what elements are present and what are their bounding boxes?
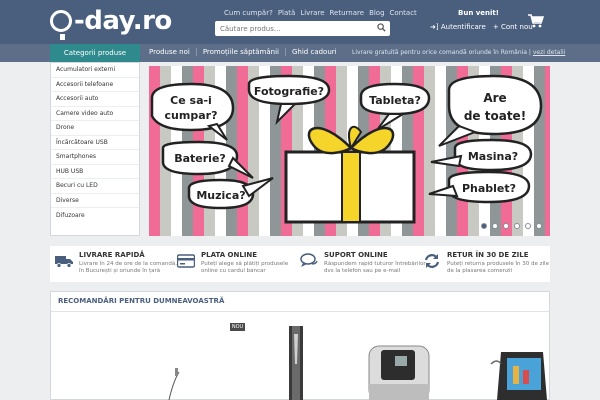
promo-banner[interactable]: Ce sa-i cumpar? Fotografie? Tableta? Are… — [149, 66, 550, 236]
shipping-note: Livrare gratuită pentru orice comandă or… — [352, 49, 565, 56]
sidebar-item-drones[interactable]: Drone — [51, 121, 139, 136]
credit-card-icon — [177, 254, 195, 268]
top-links: Cum cumpăr? Plată Livrare Returnare Blog… — [224, 9, 417, 17]
top-link-cum-cumpar[interactable]: Cum cumpăr? — [224, 9, 273, 17]
slider-dot-5[interactable] — [525, 223, 531, 229]
categories-button[interactable]: Categorii produse — [50, 44, 140, 66]
bubble-masina: Masina? — [468, 150, 518, 163]
features-strip: LIVRARE RAPIDĂ Livrare în 24 de ore de l… — [50, 246, 550, 282]
sidebar-item-smartphones[interactable]: Smartphones — [51, 150, 139, 165]
feature-text-line: Puteți alege să plătiți produsele — [201, 261, 289, 267]
login-icon: ➜] — [430, 23, 439, 31]
refresh-icon — [424, 254, 440, 268]
slider-dots — [481, 223, 542, 229]
login-link[interactable]: ➜] Autentificare — [430, 23, 486, 31]
plus-icon: + — [492, 23, 499, 31]
search-icon[interactable] — [377, 23, 386, 32]
feature-text-line: online cu cardul bancar — [201, 268, 266, 274]
bubble-baterie: Baterie? — [174, 152, 226, 165]
register-link[interactable]: + Cont nou — [493, 23, 533, 31]
nav-link-gift-guide[interactable]: Ghid cadouri — [286, 48, 343, 56]
feature-text-line: Răspundem rapid tuturor întrebărilor — [324, 261, 426, 267]
top-link-livrare[interactable]: Livrare — [300, 9, 324, 17]
top-link-plata[interactable]: Plată — [278, 9, 296, 17]
slider-dot-6[interactable] — [536, 223, 542, 229]
feature-text-line: Puteți returna produsele în 30 de zile — [447, 261, 549, 267]
gift-banner-illustration: Ce sa-i cumpar? Fotografie? Tableta? Are… — [149, 66, 550, 236]
feature-text: Răspundem rapid tuturor întrebărilor dvs … — [324, 261, 426, 275]
sidebar-item-car-accessories[interactable]: Accesorii auto — [51, 92, 139, 107]
feature-text-line: dvs la telefon sau pe e-mail — [324, 268, 401, 274]
recommendations-title: RECOMANDĂRI PENTRU DUMNEAVOASTRĂ — [58, 297, 225, 305]
sidebar-item-usb-hub[interactable]: HUB USB — [51, 165, 139, 179]
product-image-stylus[interactable] — [289, 326, 303, 400]
nav-links: Produse noi Promoțiile săptămânii Ghid c… — [149, 48, 343, 56]
feature-title: LIVRARE RAPIDĂ — [79, 251, 145, 259]
sidebar-item-misc[interactable]: Diverse — [51, 194, 139, 208]
slider-dot-1[interactable] — [481, 223, 487, 229]
chat-icon — [300, 253, 318, 267]
top-link-contact[interactable]: Contact — [390, 9, 417, 17]
top-link-blog[interactable]: Blog — [369, 9, 384, 17]
site-logo[interactable]: -day.ro — [50, 6, 172, 40]
feature-title: RETUR ÎN 30 DE ZILE — [447, 251, 529, 259]
shopping-cart-icon[interactable] — [528, 14, 544, 28]
account-links: ➜] Autentificare + Cont nou — [430, 23, 533, 31]
product-image-cable[interactable] — [168, 368, 180, 400]
bubble-are: Are — [483, 91, 506, 105]
feature-text: Livrare în 24 de ore de la comandă, în Bu… — [79, 261, 177, 275]
sidebar-item-led-bulbs[interactable]: Becuri cu LED — [51, 179, 139, 194]
feature-text: Puteți returna produsele în 30 de zile de… — [447, 261, 549, 275]
bubble-tableta: Tableta? — [369, 94, 421, 107]
product-images-strip — [168, 326, 547, 400]
feature-text-line: în București și oriunde în țară — [79, 268, 161, 274]
sidebar-item-usb-chargers[interactable]: Încărcătoare USB — [51, 136, 139, 150]
feature-title: PLATA ONLINE — [201, 251, 258, 259]
product-image-gadget[interactable] — [368, 345, 430, 400]
sidebar-item-phone-accessories[interactable]: Accesorii telefoane — [51, 78, 139, 92]
recommendations-section: RECOMANDĂRI PENTRU DUMNEAVOASTRĂ — [50, 291, 550, 400]
logo-text: -day.ro — [74, 6, 172, 36]
product-image-car-holder[interactable] — [490, 352, 547, 400]
nav-link-new-products[interactable]: Produse noi — [149, 48, 197, 56]
slider-dot-2[interactable] — [492, 223, 498, 229]
bubble-cumpar: cumpar? — [165, 109, 218, 122]
search-input[interactable] — [215, 24, 370, 33]
bubble-phablet: Phablet? — [462, 182, 516, 195]
sidebar-item-speakers[interactable]: Difuzoare — [51, 208, 139, 223]
bubble-ce-sa-i: Ce sa-i — [170, 94, 212, 107]
category-sidebar: Acumulatori externi Accesorii telefoane … — [50, 62, 140, 236]
nav-link-weekly-promos[interactable]: Promoțiile săptămânii — [197, 48, 286, 56]
feature-text: Puteți alege să plătiți produsele online … — [201, 261, 288, 275]
feature-text-line: de la plasarea comenzii — [447, 268, 513, 274]
shipping-details-link[interactable]: vezi detalii — [533, 49, 566, 56]
search-box — [215, 21, 390, 36]
feature-text-line: Livrare în 24 de ore de la comandă, — [79, 261, 178, 267]
slider-dot-4[interactable] — [514, 223, 520, 229]
lightbulb-logo-icon — [50, 10, 72, 40]
sidebar-item-dash-cameras[interactable]: Camere video auto — [51, 107, 139, 121]
slider-dot-3[interactable] — [503, 223, 509, 229]
truck-icon — [55, 256, 73, 268]
sidebar-item-power-banks[interactable]: Acumulatori externi — [51, 63, 139, 78]
new-badge: NOU — [230, 323, 245, 331]
login-label: Autentificare — [440, 23, 486, 31]
bubble-fotografie: Fotografie? — [254, 85, 324, 98]
welcome-text: Bun venit! — [458, 9, 499, 17]
bubble-muzica: Muzica? — [196, 189, 245, 202]
feature-title: SUPORT ONLINE — [324, 251, 388, 259]
shipping-note-text: Livrare gratuită pentru orice comandă or… — [352, 49, 531, 56]
bubble-de-toate: de toate! — [464, 109, 526, 123]
top-link-returnare[interactable]: Returnare — [330, 9, 365, 17]
